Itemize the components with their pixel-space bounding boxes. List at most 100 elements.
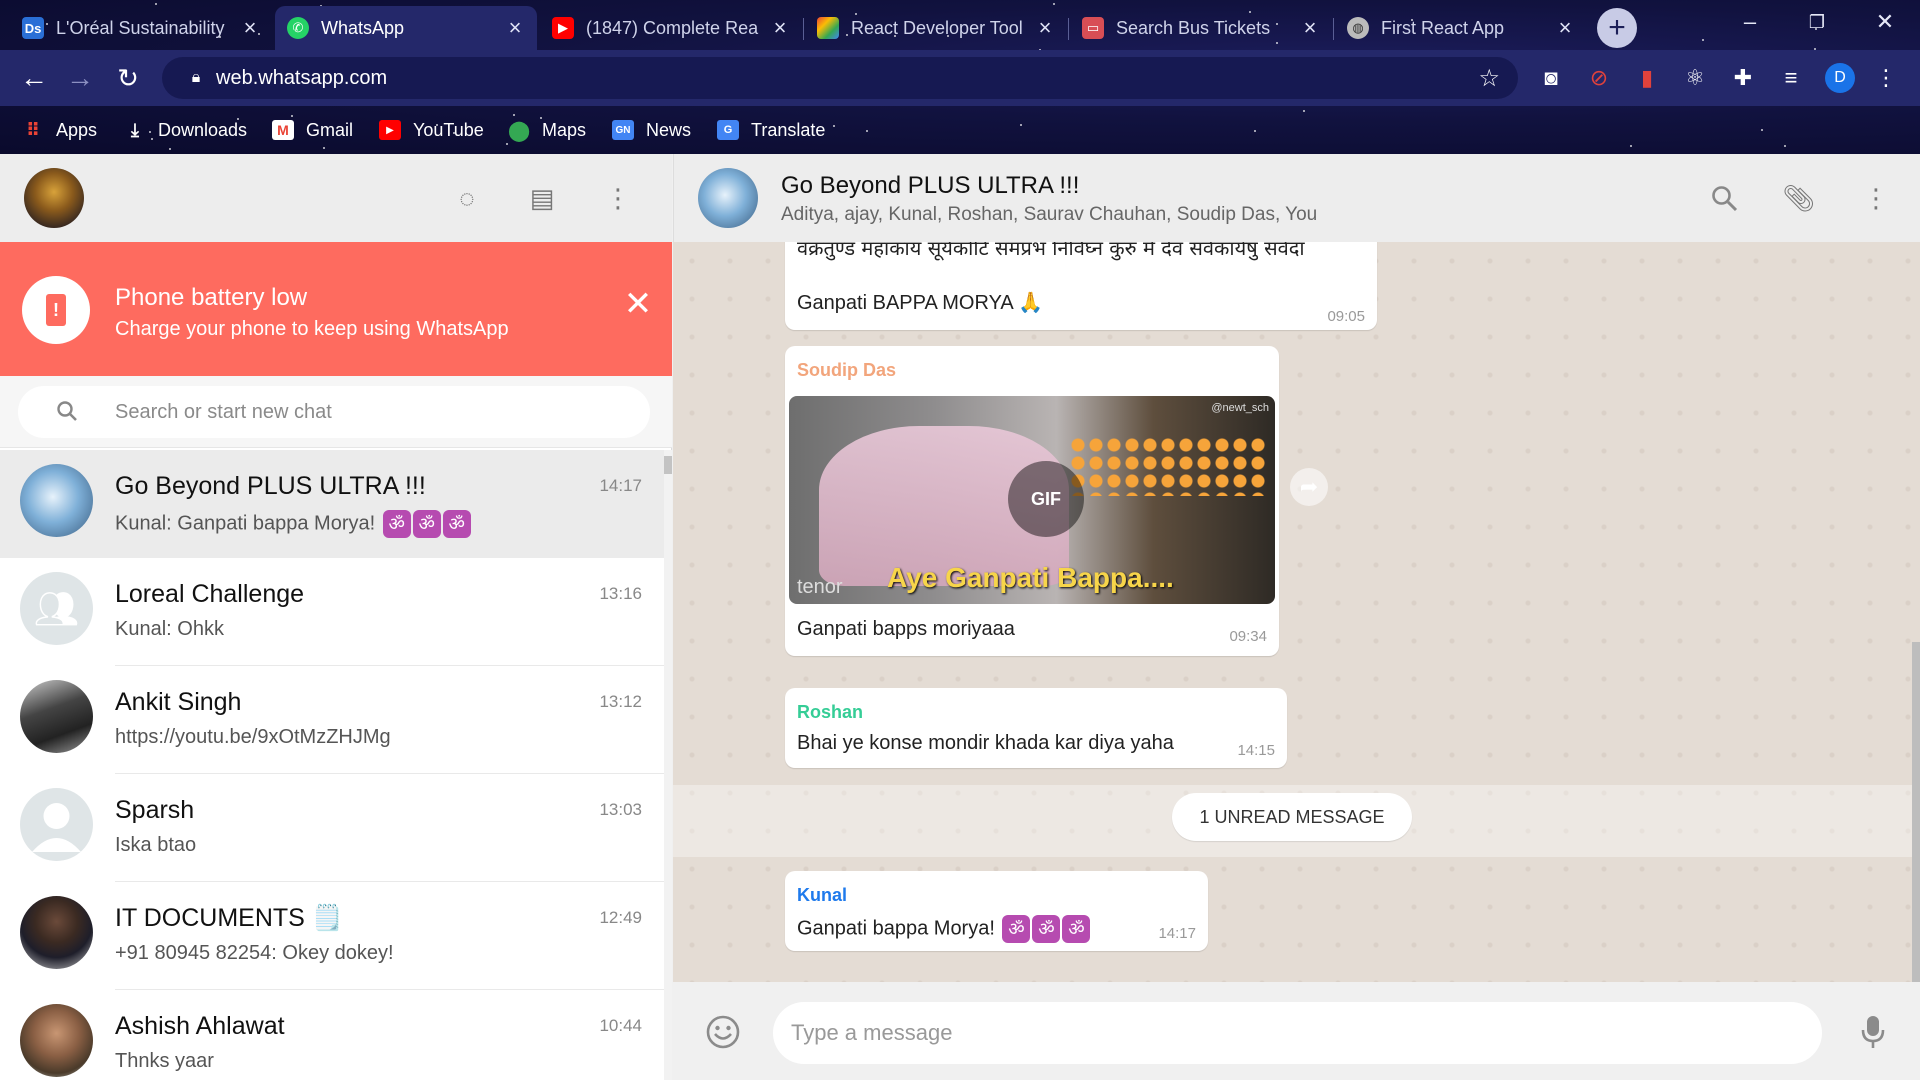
chrome-webstore-favicon-icon <box>817 17 839 39</box>
gmail-icon: M <box>272 120 294 140</box>
status-icon[interactable]: ◌ <box>447 178 487 218</box>
bookmark-maps[interactable]: ⬤ Maps <box>508 116 586 144</box>
close-tab-icon[interactable]: × <box>770 15 790 41</box>
news-icon: GN <box>612 120 634 140</box>
message-time: 09:34 <box>1229 628 1267 645</box>
book-extension-icon[interactable]: ▮ <box>1631 62 1663 94</box>
battery-low-alert: ! Phone battery low Charge your phone to… <box>0 242 672 376</box>
message-area: वक्रतुण्ड महाकाय सूर्यकोटि समप्रभ निर्वि… <box>673 242 1920 982</box>
close-window-icon[interactable]: ✕ <box>1850 0 1920 44</box>
om-emoji-icon: ॐ <box>442 510 471 538</box>
my-profile-avatar[interactable] <box>24 168 84 228</box>
chat-name: Go Beyond PLUS ULTRA !!! <box>115 472 426 500</box>
message-bubble[interactable]: वक्रतुण्ड महाकाय सूर्यकोटि समप्रभ निर्वि… <box>785 242 1377 330</box>
media-queue-icon[interactable]: ≡ <box>1775 62 1807 94</box>
close-tab-icon[interactable]: × <box>1300 15 1320 41</box>
bookmark-youtube[interactable]: ▶ YouTube <box>379 116 484 144</box>
close-tab-icon[interactable]: × <box>1035 15 1055 41</box>
new-tab-button[interactable]: + <box>1597 8 1637 48</box>
close-tab-icon[interactable]: × <box>505 15 525 41</box>
attach-icon[interactable]: 📎︎ <box>1779 178 1819 218</box>
message-bubble[interactable]: Roshan Bhai ye konse mondir khada kar di… <box>785 688 1287 768</box>
tab-whatsapp[interactable]: ✆ WhatsApp × <box>275 6 537 50</box>
chat-list-scrollbar[interactable] <box>664 450 672 1080</box>
message-sender: Kunal <box>797 885 848 905</box>
bookmark-label: Downloads <box>158 119 248 140</box>
menu-icon[interactable]: ⋮ <box>598 178 638 218</box>
bookmark-news[interactable]: GN News <box>612 116 691 144</box>
microphone-icon[interactable] <box>1853 1012 1893 1052</box>
left-header: ◌ ▤ ⋮ <box>0 154 672 242</box>
forward-icon[interactable]: ➦ <box>1290 468 1328 506</box>
tab-first-react-app[interactable]: ◍ First React App × <box>1335 6 1587 50</box>
close-tab-icon[interactable]: × <box>1555 15 1575 41</box>
chat-item-it-documents[interactable]: IT DOCUMENTS 🗒️ 12:49 +91 80945 82254: O… <box>0 882 664 990</box>
blocker-extension-icon[interactable]: ⊘ <box>1583 62 1615 94</box>
youtube-favicon-icon: ▶ <box>552 17 574 39</box>
gif-handle: @newt_sch <box>1211 402 1269 414</box>
tab-separator <box>1068 18 1069 40</box>
chat-item-ashish-ahlawat[interactable]: Ashish Ahlawat 10:44 Thnks yaar <box>0 990 664 1080</box>
alert-title: Phone battery low <box>115 284 308 311</box>
gif-thumbnail[interactable]: @newt_sch GIF tenor Aye Ganpati Bappa...… <box>789 396 1275 604</box>
tab-youtube[interactable]: ▶ (1847) Complete Rea × <box>540 6 802 50</box>
chat-menu-icon[interactable]: ⋮ <box>1856 178 1896 218</box>
tab-title: Search Bus Tickets <box>1116 17 1271 38</box>
bookmark-label: Apps <box>56 119 98 140</box>
bookmark-translate[interactable]: G Translate <box>717 116 825 144</box>
search-input[interactable]: Search or start new chat <box>18 386 650 438</box>
close-icon[interactable]: ✕ <box>618 284 658 324</box>
message-input[interactable] <box>791 1014 1801 1052</box>
search-area: Search or start new chat <box>0 376 672 448</box>
restore-icon[interactable]: ❐ <box>1782 0 1852 44</box>
download-icon: ⤓ <box>131 119 139 140</box>
tab-title: L'Oréal Sustainability <box>56 17 225 38</box>
address-bar[interactable]: 🔒︎ web.whatsapp.com ☆ <box>162 57 1518 99</box>
gif-play-badge[interactable]: GIF <box>1008 461 1084 537</box>
avatar <box>20 896 93 969</box>
close-tab-icon[interactable]: × <box>240 15 260 41</box>
react-extension-icon[interactable]: ⚛ <box>1679 62 1711 94</box>
message-bubble[interactable]: Soudip Das @newt_sch GIF tenor Aye Ganpa… <box>785 346 1279 656</box>
back-icon[interactable]: ← <box>14 58 54 98</box>
new-chat-icon[interactable]: ▤ <box>522 178 562 218</box>
minimize-icon[interactable]: – <box>1715 0 1785 44</box>
chat-last-message: Iska btao <box>115 834 197 856</box>
tab-title: WhatsApp <box>321 17 405 38</box>
message-input-box[interactable] <box>773 1002 1822 1064</box>
bookmark-downloads[interactable]: ⤓ Downloads <box>124 116 247 144</box>
alert-subtitle: Charge your phone to keep using WhatsApp <box>115 318 509 340</box>
chat-time: 14:17 <box>599 476 642 495</box>
chat-item-loreal-challenge[interactable]: 👥︎ Loreal Challenge 13:16 Kunal: Ohkk <box>0 558 664 666</box>
bookmark-label: Translate <box>751 119 826 140</box>
search-messages-icon[interactable] <box>1704 178 1744 218</box>
message-time: 09:05 <box>1327 308 1365 325</box>
browser-menu-icon[interactable]: ⋮ <box>1870 62 1902 94</box>
chat-item-ankit-singh[interactable]: Ankit Singh 13:12 https://youtu.be/9xOtM… <box>0 666 664 774</box>
camera-extension-icon[interactable]: ◙ <box>1535 62 1567 94</box>
globe-favicon-icon: ◍ <box>1347 17 1369 39</box>
message-bubble[interactable]: Kunal Ganpati bappa Morya! ॐॐॐ 14:17 <box>785 871 1208 951</box>
tab-loreal[interactable]: Ds L'Oréal Sustainability × <box>10 6 272 50</box>
group-avatar[interactable] <box>698 168 758 228</box>
profile-avatar[interactable]: D <box>1825 63 1855 93</box>
chat-item-sparsh[interactable]: Sparsh 13:03 Iska btao <box>0 774 664 882</box>
om-emoji-icon: ॐ <box>412 510 441 538</box>
conversation-header[interactable]: Go Beyond PLUS ULTRA !!! Aditya, ajay, K… <box>673 154 1920 242</box>
chat-time: 13:03 <box>599 800 642 819</box>
tab-title: React Developer Tool <box>851 17 1023 38</box>
tab-react-devtools[interactable]: React Developer Tool × <box>805 6 1067 50</box>
emoji-icon[interactable] <box>703 1012 743 1052</box>
bookmark-star-icon[interactable]: ☆ <box>1478 64 1500 93</box>
chat-last-message: https://youtu.be/9xOtMzZHJMg <box>115 726 391 748</box>
bookmark-apps[interactable]: ⠿ Apps <box>22 116 97 144</box>
chat-item-go-beyond-plus-ultra[interactable]: Go Beyond PLUS ULTRA !!! 14:17 Kunal: Ga… <box>0 450 664 558</box>
bookmark-gmail[interactable]: M Gmail <box>272 116 353 144</box>
tab-bus-tickets[interactable]: ▭ Search Bus Tickets × <box>1070 6 1332 50</box>
extensions-puzzle-icon[interactable]: ✚ <box>1727 62 1759 94</box>
message-scrollbar[interactable] <box>1912 242 1920 982</box>
tab-title: First React App <box>1381 17 1505 38</box>
reload-icon[interactable]: ↻ <box>108 58 148 98</box>
unread-divider: 1 UNREAD MESSAGE <box>673 785 1920 857</box>
forward-icon[interactable]: → <box>60 58 100 98</box>
